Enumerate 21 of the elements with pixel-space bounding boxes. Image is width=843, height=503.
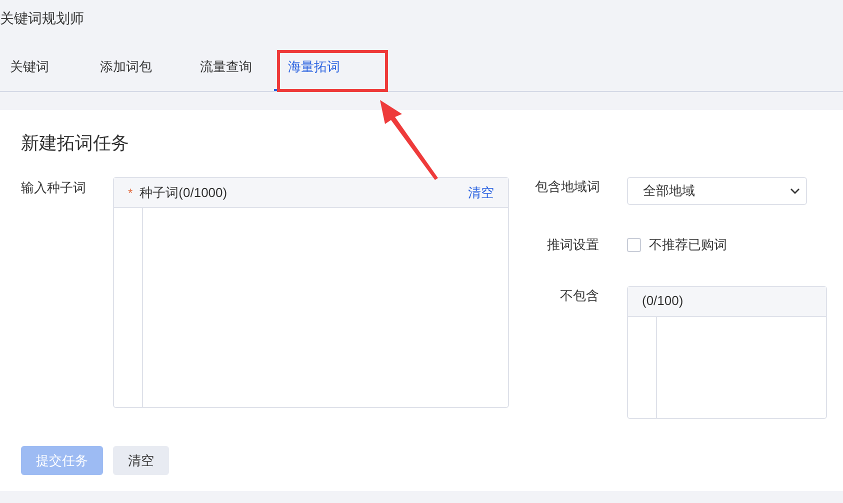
field-label: 不包含 — [560, 288, 599, 302]
word-count: (0/100) — [642, 292, 684, 310]
form-title: 新建拓词任务 — [21, 132, 130, 155]
clear-button[interactable]: 清空 — [113, 446, 169, 475]
tab[interactable]: 海量拓词 — [274, 55, 354, 91]
checkbox[interactable] — [627, 238, 641, 252]
seed-word-input[interactable]: * 种子词(0/1000) 清空 — [113, 177, 509, 408]
tab[interactable]: 添加词包 — [100, 55, 152, 91]
word-count: 种子词(0/1000) — [140, 184, 228, 202]
required-mark: * — [128, 184, 133, 202]
field-label: 输入种子词 — [21, 180, 86, 195]
region-select[interactable]: 全部地域 — [627, 177, 807, 205]
tab[interactable]: 关键词 — [10, 55, 49, 91]
exclude-word-input[interactable]: (0/100) — [627, 286, 827, 418]
field-label: 包含地域词 — [535, 179, 600, 194]
tab[interactable]: 流量查询 — [200, 55, 252, 91]
checkbox-label: 不推荐已购词 — [649, 236, 727, 254]
chevron-down-icon — [790, 188, 800, 194]
field-label: 推词设置 — [547, 237, 599, 252]
app-title: 关键词规划师 — [0, 10, 84, 26]
clear-link[interactable]: 清空 — [468, 182, 494, 202]
